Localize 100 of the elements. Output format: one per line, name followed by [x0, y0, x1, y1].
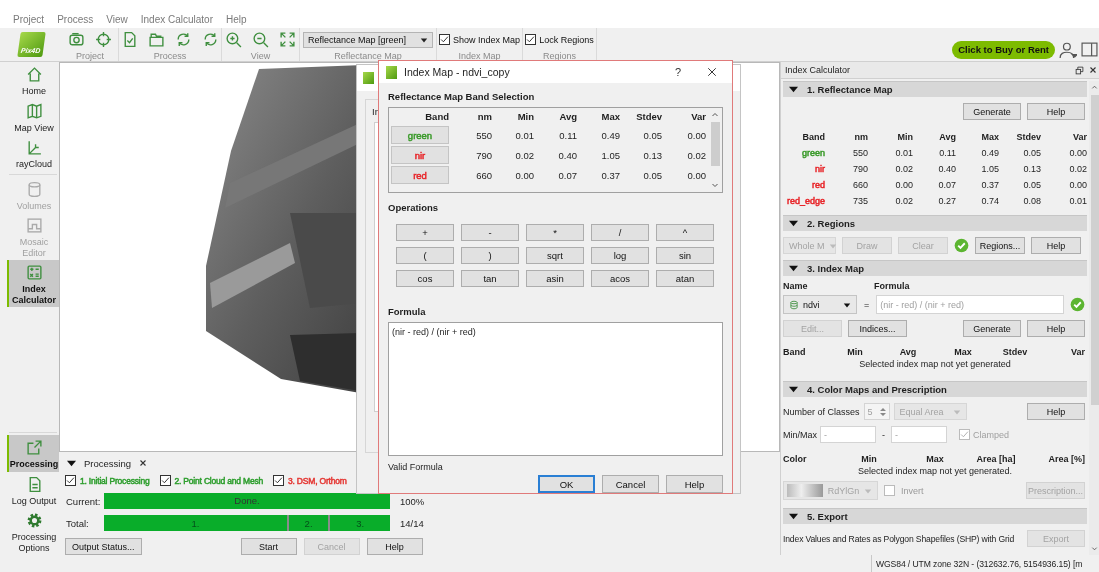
column-header: Area [ha] [975, 454, 1017, 464]
zoom-in-icon[interactable] [225, 31, 242, 48]
operation-button[interactable]: * [526, 224, 584, 241]
caret-icon[interactable] [67, 458, 76, 468]
help-button[interactable]: Help [1027, 403, 1085, 420]
menu-item[interactable]: Help [226, 14, 247, 25]
cancel-button[interactable]: Cancel [602, 475, 659, 493]
band-button[interactable]: red [391, 166, 449, 184]
table-cell-text: 0.05 [1022, 180, 1041, 190]
group-label: Project [76, 51, 104, 61]
help-button[interactable]: Help [666, 475, 723, 493]
step-label[interactable]: 2. Point Cloud and Mesh [174, 475, 263, 486]
close-icon[interactable] [706, 66, 718, 78]
table-cell-text: 0.05 [642, 169, 662, 181]
close-icon[interactable] [139, 459, 147, 467]
cylinder-icon [25, 180, 43, 198]
sidebar-item[interactable]: rayCloud [7, 135, 59, 172]
checkbox[interactable] [884, 485, 895, 496]
panel-icon[interactable] [1081, 41, 1098, 58]
band-button[interactable]: nir [391, 146, 449, 164]
regions-button[interactable]: Regions... [975, 237, 1025, 254]
operation-button[interactable]: log [591, 247, 649, 264]
menu-item[interactable]: Project [13, 14, 45, 25]
operation-button[interactable]: + [396, 224, 454, 241]
table-cell-text: 660 [475, 169, 492, 181]
refresh-icon[interactable] [175, 31, 192, 48]
output-status-button[interactable]: Output Status... [65, 538, 142, 555]
checkbox[interactable] [65, 475, 76, 486]
section-heading: Formula [388, 306, 427, 317]
index-dropdown[interactable]: ndvi [783, 295, 857, 314]
sidebar-item[interactable]: Processing [7, 435, 59, 472]
operation-button[interactable]: sin [656, 247, 714, 264]
group-label: Process [153, 51, 187, 61]
operation-button[interactable]: acos [591, 270, 649, 287]
user-icon[interactable] [1059, 40, 1077, 59]
checkbox[interactable] [159, 475, 171, 486]
camera-icon[interactable] [68, 31, 85, 48]
operation-button[interactable]: ( [396, 247, 454, 264]
progress-reading: 14/14 [400, 517, 424, 529]
step-label[interactable]: 1. Initial Processing [80, 475, 150, 486]
step-label[interactable]: 3. DSM, Orthom [288, 475, 347, 486]
caret-icon[interactable] [789, 512, 798, 521]
panel-title: Index Calculator [785, 65, 852, 75]
section-title[interactable]: 2. Regions [807, 218, 856, 229]
section-title[interactable]: 1. Reflectance Map [807, 84, 893, 95]
folder-icon[interactable] [148, 31, 165, 48]
menu-item[interactable]: Process [57, 14, 94, 25]
checkbox[interactable] [525, 34, 537, 45]
operation-button[interactable]: cos [396, 270, 454, 287]
sidebar-item[interactable]: Map View [7, 98, 59, 135]
operation-button[interactable]: ^ [656, 224, 714, 241]
zoom-out-icon[interactable] [252, 31, 269, 48]
caret-icon[interactable] [789, 85, 798, 94]
formula-field[interactable]: (nir - red) / (nir + red) [388, 322, 723, 456]
caret-icon[interactable] [789, 264, 798, 273]
operation-button[interactable]: tan [461, 270, 519, 287]
checkbox-label[interactable]: Lock Regions [539, 34, 594, 45]
scrollbar[interactable] [1089, 81, 1099, 555]
float-icon[interactable] [1075, 65, 1084, 75]
expand-icon[interactable] [279, 31, 296, 48]
checkbox[interactable] [273, 475, 284, 486]
generate-button[interactable]: Generate [963, 103, 1021, 120]
indices-button[interactable]: Indices... [848, 320, 907, 337]
operation-button[interactable]: asin [526, 270, 584, 287]
menu-item[interactable]: Index Calculator [140, 14, 213, 25]
buy-button[interactable]: Click to Buy or Rent [952, 40, 1055, 59]
column-header: Avg [938, 132, 956, 142]
validation-message: Valid Formula [388, 462, 444, 472]
close-icon[interactable] [1089, 66, 1097, 74]
table-cell-text: 0.00 [1068, 148, 1087, 158]
sidebar-item[interactable]: Log Output [7, 471, 59, 508]
caret-icon[interactable] [789, 385, 798, 394]
help-button[interactable]: Help [366, 538, 423, 555]
sidebar-item[interactable]: Processing Options [7, 508, 59, 555]
tick-icon [439, 35, 449, 44]
operation-button[interactable]: - [461, 224, 519, 241]
sidebar-item[interactable]: Home [7, 62, 59, 99]
checkbox-label[interactable]: Show Index Map [452, 34, 520, 45]
checkbox[interactable] [438, 34, 450, 45]
sidebar-item[interactable]: Index Calculator [7, 260, 59, 307]
caret-icon[interactable] [789, 219, 798, 228]
operation-button[interactable]: atan [656, 270, 714, 287]
crosshair-icon[interactable] [95, 31, 112, 48]
operation-button[interactable]: ) [461, 247, 519, 264]
section-title[interactable]: 5. Export [807, 511, 848, 522]
ok-button[interactable]: OK [538, 475, 595, 493]
section-title[interactable]: 3. Index Map [807, 263, 864, 274]
start-button[interactable]: Start [240, 538, 297, 555]
status-message: Selected index map not yet generated [858, 359, 1012, 369]
help-button[interactable]: Help [1027, 103, 1085, 120]
operation-button[interactable]: / [591, 224, 649, 241]
generate-button[interactable]: Generate [963, 320, 1021, 337]
column-header: Min [846, 347, 864, 357]
map-dropdown[interactable]: Reflectance Map [green] [303, 31, 433, 48]
operation-button[interactable]: sqrt [526, 247, 584, 264]
menu-item[interactable]: View [106, 14, 128, 25]
help-button[interactable]: ? [674, 66, 681, 78]
help-button[interactable]: Help [1027, 320, 1085, 337]
help-button[interactable]: Help [1031, 237, 1081, 254]
refresh-icon[interactable] [202, 31, 219, 48]
